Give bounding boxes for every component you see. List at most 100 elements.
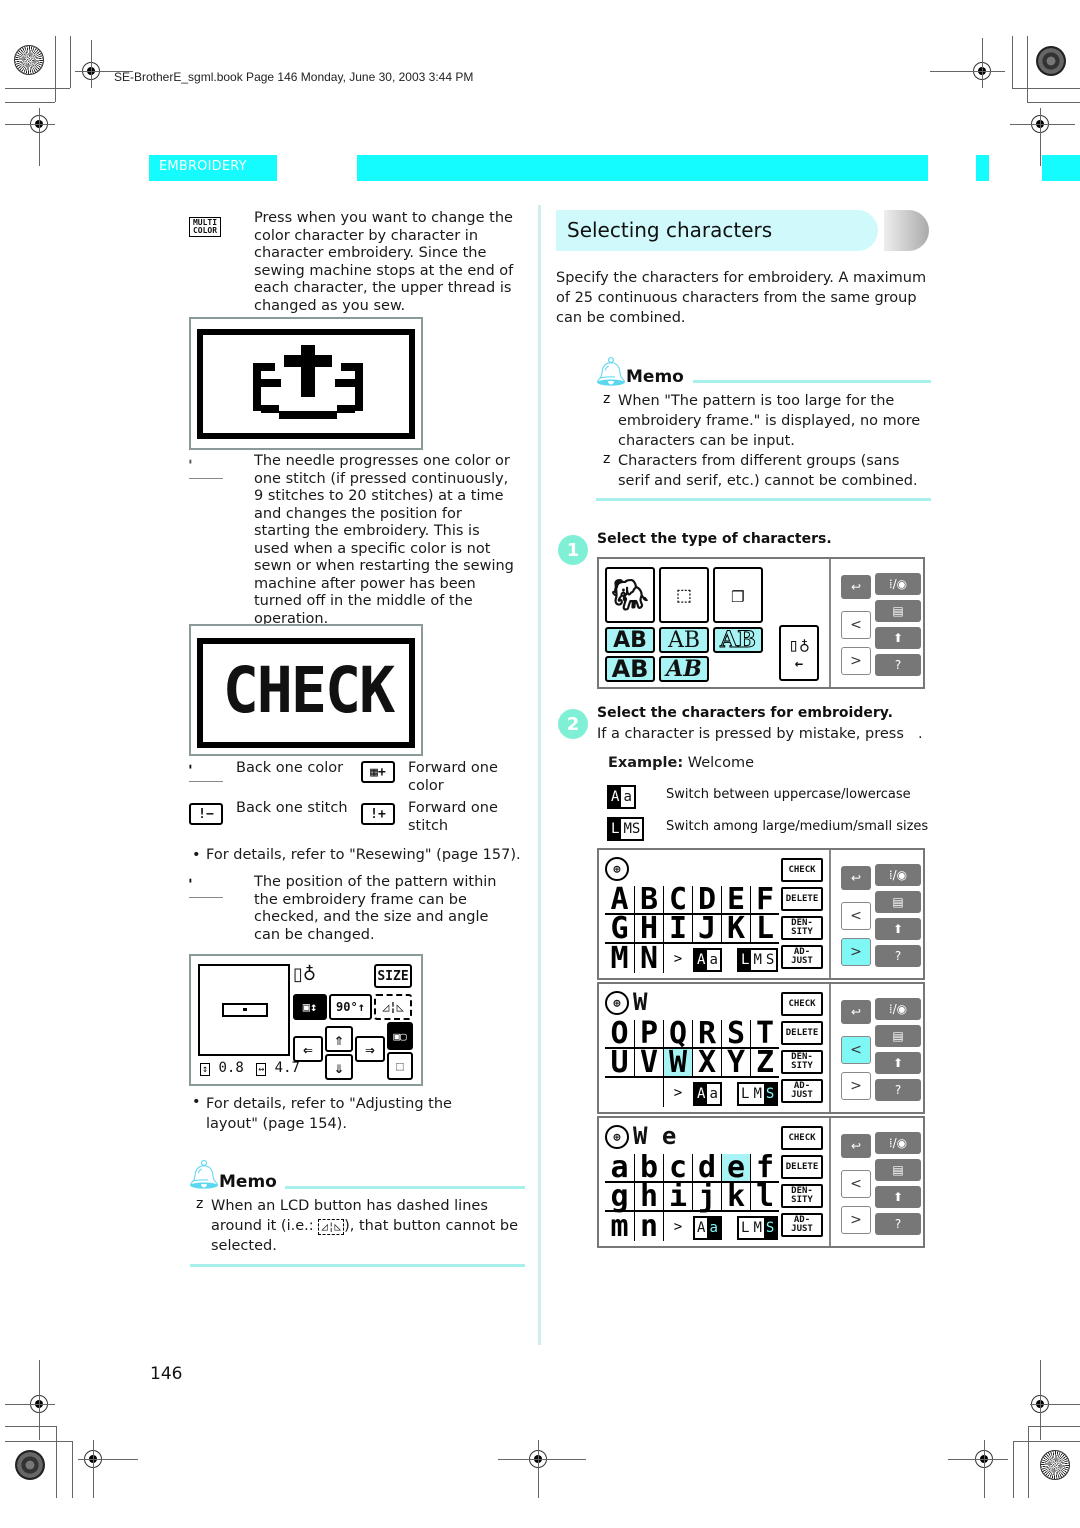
character-input-panel: ⊕ A B C D E F G H I J K L M N > Aa L M S CHECK DELETE DEN- SIT… xyxy=(597,848,925,980)
sewing-guide-button[interactable]: ⬆ xyxy=(875,1186,921,1208)
back-button[interactable]: ↩ xyxy=(841,866,871,890)
explanation-button[interactable]: ▤ xyxy=(875,1159,921,1181)
crop-mark xyxy=(1010,124,1075,125)
delete-button[interactable]: DELETE xyxy=(781,1021,823,1045)
density-button[interactable]: DEN- SITY xyxy=(781,1184,823,1208)
check-button[interactable]: CHECK xyxy=(781,858,823,882)
preview-zoom-icon[interactable]: ⊕ xyxy=(605,991,629,1015)
font-button-serif[interactable]: AB xyxy=(659,627,709,653)
char-key[interactable]: h xyxy=(634,1179,663,1214)
size-toggle-button[interactable]: LMS xyxy=(737,948,779,972)
sewing-guide-button[interactable]: ⬆ xyxy=(875,1052,921,1074)
frame-move-button[interactable]: ▣▢ xyxy=(387,1022,413,1050)
next-chars-button[interactable]: > xyxy=(663,1078,692,1107)
sewing-guide-button[interactable]: ⬆ xyxy=(875,918,921,940)
help-button[interactable]: ? xyxy=(875,654,921,676)
density-button[interactable]: DEN- SITY xyxy=(781,1050,823,1074)
char-key[interactable]: i xyxy=(663,1179,692,1214)
adjust-button[interactable]: AD- JUST xyxy=(781,1213,823,1237)
pattern-button-animal[interactable]: 🐘︎ xyxy=(605,567,655,623)
mode-switch-button[interactable]: ⁞/◉ xyxy=(875,864,921,886)
adjust-button[interactable]: AD- JUST xyxy=(781,1079,823,1103)
next-page-button[interactable]: > xyxy=(841,1072,871,1100)
prev-page-button[interactable]: < xyxy=(841,902,871,930)
char-key[interactable]: Z xyxy=(750,1045,779,1080)
case-toggle-button[interactable]: Aa xyxy=(693,948,722,972)
font-button-italic[interactable]: AB xyxy=(659,656,709,682)
memo-bell-icon: 🔔︎ xyxy=(593,355,629,388)
char-key[interactable]: K xyxy=(721,911,750,946)
trial-button[interactable]: ⬚ xyxy=(387,1052,413,1080)
char-key[interactable]: W xyxy=(663,1045,692,1080)
prev-page-button[interactable]: < xyxy=(841,611,871,639)
font-button-heavy[interactable]: AB xyxy=(605,655,655,683)
pattern-button-frame[interactable]: ⬚ xyxy=(659,567,709,623)
mirror-button[interactable]: ◿¦◺ xyxy=(374,994,412,1020)
pattern-button-memory[interactable]: ❐ xyxy=(713,567,763,623)
case-toggle-button[interactable]: Aa xyxy=(693,1216,722,1240)
move-down-button[interactable]: ⇓ xyxy=(325,1054,353,1080)
delete-button[interactable]: DELETE xyxy=(781,1155,823,1179)
char-key[interactable]: n xyxy=(634,1209,663,1244)
help-button[interactable]: ? xyxy=(875,1213,921,1235)
preview-zoom-icon[interactable]: ⊕ xyxy=(605,1125,629,1149)
char-key[interactable]: Y xyxy=(721,1045,750,1080)
check-button[interactable]: CHECK xyxy=(781,1126,823,1150)
size-toggle-button[interactable]: LMS xyxy=(737,1082,779,1106)
char-key[interactable]: J xyxy=(692,911,721,946)
density-button[interactable]: DEN- SITY xyxy=(781,916,823,940)
char-key[interactable]: j xyxy=(692,1179,721,1214)
mode-switch-button[interactable]: ⁞/◉ xyxy=(875,1132,921,1154)
back-button[interactable]: ↩ xyxy=(841,575,871,599)
help-button[interactable]: ? xyxy=(875,1079,921,1101)
move-up-button[interactable]: ⇑ xyxy=(325,1026,353,1052)
size-toggle-button[interactable]: LMS xyxy=(737,1216,779,1240)
move-right-button[interactable]: ⇒ xyxy=(355,1036,385,1062)
char-key[interactable]: M xyxy=(605,941,634,976)
char-key[interactable]: k xyxy=(721,1179,750,1214)
char-key[interactable]: l xyxy=(750,1179,779,1214)
sewing-guide-button[interactable]: ⬆ xyxy=(875,627,921,649)
mode-switch-button[interactable]: ⁞/◉ xyxy=(875,998,921,1020)
rotate-button[interactable]: 90° ↑ xyxy=(329,994,372,1020)
mode-switch-button[interactable]: ⁞/◉ xyxy=(875,573,921,595)
back-button[interactable]: ↩ xyxy=(841,1000,871,1024)
character-input-panel: ⊕ W e a b c d e f g h i j k l m n > Aa L M S CHECK DELETE DEN- … xyxy=(597,1116,925,1248)
registration-disc-icon xyxy=(1040,1450,1070,1480)
frame-select-button[interactable]: ▯♁ ← xyxy=(779,625,819,681)
preview-zoom-icon[interactable]: ⊕ xyxy=(605,857,629,881)
delete-button[interactable]: DELETE xyxy=(781,887,823,911)
prev-page-button[interactable]: < xyxy=(841,1036,871,1064)
char-key[interactable]: L xyxy=(750,911,779,946)
prev-page-button[interactable]: < xyxy=(841,1170,871,1198)
move-left-button[interactable]: ⇐ xyxy=(293,1036,323,1062)
char-key[interactable]: g xyxy=(605,1179,634,1214)
font-button-outline[interactable]: AB xyxy=(713,627,763,654)
char-key[interactable]: G xyxy=(605,911,634,946)
explanation-button[interactable]: ▤ xyxy=(875,1025,921,1047)
lcd-layout: ↕ 0.8 ↔ 4.7 ▯♁ SIZE ▣↕ 90° ↑ ◿¦◺ ⇐ ⇑ ⇓ ⇒ … xyxy=(189,954,423,1086)
crop-mark xyxy=(984,1440,985,1498)
case-toggle-button[interactable]: Aa xyxy=(693,1082,722,1106)
center-button[interactable]: ▣↕ xyxy=(293,994,327,1020)
adjust-button[interactable]: AD- JUST xyxy=(781,945,823,969)
font-button-bold-sans[interactable]: AB xyxy=(605,627,655,653)
char-key[interactable]: V xyxy=(634,1045,663,1080)
check-button[interactable]: CHECK xyxy=(781,992,823,1016)
char-key[interactable]: I xyxy=(663,911,692,946)
size-button[interactable]: SIZE xyxy=(374,964,412,988)
next-page-button[interactable]: > xyxy=(841,938,871,966)
char-key[interactable]: N xyxy=(634,941,663,976)
explanation-button[interactable]: ▤ xyxy=(875,600,921,622)
next-page-button[interactable]: > xyxy=(841,647,871,675)
char-key[interactable]: X xyxy=(692,1045,721,1080)
explanation-button[interactable]: ▤ xyxy=(875,891,921,913)
next-chars-button[interactable]: > xyxy=(663,1212,692,1241)
char-key[interactable]: H xyxy=(634,911,663,946)
next-page-button[interactable]: > xyxy=(841,1206,871,1234)
next-chars-button[interactable]: > xyxy=(663,944,692,973)
char-key[interactable]: m xyxy=(605,1209,634,1244)
char-key[interactable]: U xyxy=(605,1045,634,1080)
back-button[interactable]: ↩ xyxy=(841,1134,871,1158)
help-button[interactable]: ? xyxy=(875,945,921,967)
